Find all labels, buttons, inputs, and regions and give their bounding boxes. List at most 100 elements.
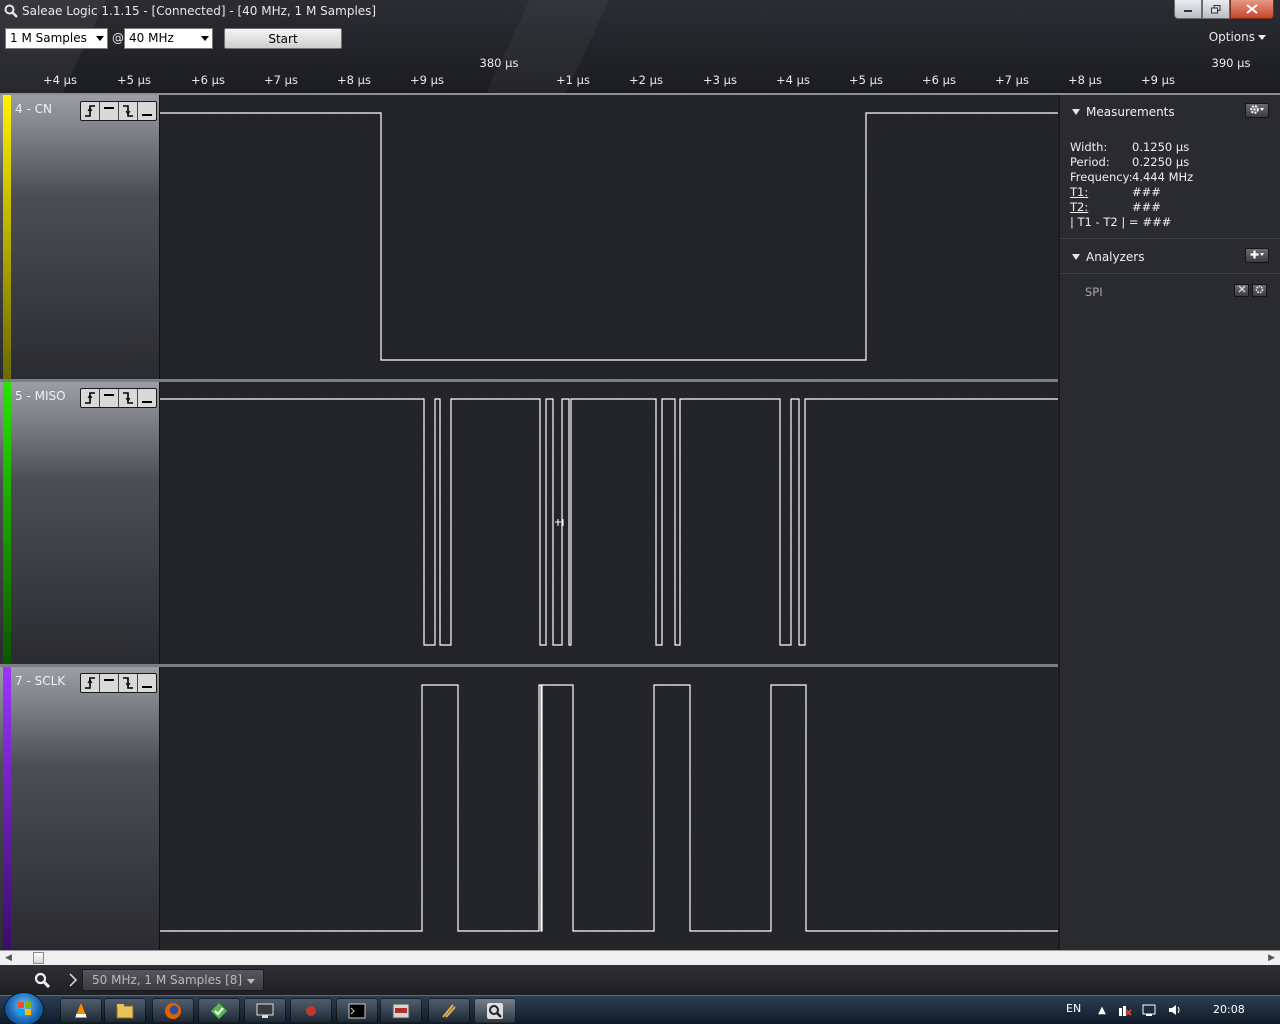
waveform-plot-miso[interactable]: [160, 382, 1058, 665]
taskbar: EN ▲ 20:08: [0, 992, 1280, 1024]
clock[interactable]: 20:08: [1213, 1003, 1245, 1016]
low-level-icon[interactable]: [138, 674, 156, 692]
high-level-icon[interactable]: [100, 389, 119, 407]
collapse-triangle-icon: [1072, 254, 1080, 260]
options-menu[interactable]: Options: [1209, 30, 1266, 44]
chevron-right-icon[interactable]: [64, 969, 82, 991]
scrollbar-thumb[interactable]: [33, 952, 44, 964]
waveform-sclk: [160, 684, 1058, 932]
analyzers-header[interactable]: Analyzers: [1072, 250, 1144, 264]
measurement-t1-t2: | T1 - T2 | = ###: [1070, 215, 1172, 229]
firefox-icon[interactable]: [152, 998, 194, 1023]
waveform-cn: [160, 112, 1058, 361]
minimize-button[interactable]: [1174, 0, 1202, 19]
explorer-icon[interactable]: [104, 998, 146, 1023]
high-level-icon[interactable]: [100, 102, 119, 120]
channel-name: 5 - MISO: [15, 389, 66, 403]
close-button[interactable]: [1230, 0, 1274, 19]
rising-edge-icon[interactable]: [81, 389, 100, 407]
dropdown-arrow-icon: [1258, 35, 1266, 40]
measurements-title: Measurements: [1086, 105, 1175, 119]
samples-select[interactable]: 1 M Samples: [5, 28, 108, 49]
channel-name: 4 - CN: [15, 102, 52, 116]
language-indicator[interactable]: EN: [1066, 1002, 1081, 1015]
ruler-tick-label: +7 µs: [995, 73, 1029, 87]
plus-icon: [1249, 249, 1265, 263]
measurement-frequency: Frequency: 4.444 MHz: [1070, 170, 1194, 184]
ruler-tick-label: +9 µs: [410, 73, 444, 87]
trigger-buttons: [80, 673, 157, 693]
rising-edge-icon[interactable]: [81, 102, 100, 120]
channel-label-miso[interactable]: 5 - MISO: [0, 382, 160, 665]
ruler-major-label: 390 µs: [1211, 56, 1251, 70]
collapse-triangle-icon: [1072, 109, 1080, 115]
channel-label-cn[interactable]: 4 - CN: [0, 95, 160, 380]
remote-desktop-icon[interactable]: [244, 998, 286, 1023]
app-icon[interactable]: [290, 998, 332, 1023]
action-center-icon[interactable]: [1142, 1003, 1156, 1017]
measurement-t2[interactable]: T2: ###: [1070, 200, 1161, 214]
scroll-left-icon[interactable]: ◀: [5, 953, 12, 963]
add-analyzer-button[interactable]: [1245, 248, 1269, 263]
app-icon[interactable]: [428, 998, 470, 1023]
gear-icon: [1255, 285, 1264, 297]
ruler-tick-label: +8 µs: [337, 73, 371, 87]
scroll-right-icon[interactable]: ▶: [1268, 953, 1275, 963]
channel-color-bar: [3, 667, 11, 950]
trigger-buttons: [80, 101, 157, 121]
window-controls: [1174, 0, 1274, 19]
analyzers-title: Analyzers: [1086, 250, 1145, 264]
at-label: @: [112, 31, 124, 45]
session-tab[interactable]: 50 MHz, 1 M Samples [8]: [82, 969, 264, 991]
high-level-icon[interactable]: [100, 674, 119, 692]
ols-icon[interactable]: [380, 998, 422, 1023]
channel-color-bar: [3, 382, 11, 665]
app-icon[interactable]: [198, 998, 240, 1023]
waveform-plot-cn[interactable]: [160, 95, 1058, 380]
channel-color-bar: [3, 95, 11, 380]
ruler-tick-label: +7 µs: [264, 73, 298, 87]
low-level-icon[interactable]: [138, 102, 156, 120]
ruler-tick-label: +4 µs: [776, 73, 810, 87]
windows-start-button[interactable]: [4, 992, 44, 1024]
sample-rate-select[interactable]: 40 MHz: [124, 28, 213, 49]
network-error-icon[interactable]: [1118, 1003, 1132, 1017]
waveform-plot-sclk[interactable]: [160, 667, 1058, 950]
saleae-icon[interactable]: [474, 998, 516, 1023]
measurement-t1[interactable]: T1: ###: [1070, 185, 1161, 199]
channel-name: 7 - SCLK: [15, 674, 66, 688]
vlc-icon[interactable]: [60, 998, 102, 1023]
ruler-tick-label: +6 µs: [922, 73, 956, 87]
measurements-settings-button[interactable]: [1245, 103, 1269, 118]
falling-edge-icon[interactable]: [119, 674, 138, 692]
analyzer-settings-button[interactable]: [1252, 284, 1267, 297]
start-button[interactable]: Start: [224, 28, 342, 49]
volume-icon[interactable]: [1167, 1003, 1181, 1017]
horizontal-scrollbar[interactable]: ◀ ▶: [0, 950, 1280, 965]
ruler-tick-label: +6 µs: [191, 73, 225, 87]
panel-divider: [1060, 238, 1280, 239]
side-panel: Measurements Width: 0.1250 µs Period: 0.…: [1058, 95, 1280, 950]
session-tab-label: 50 MHz, 1 M Samples [8]: [92, 973, 243, 987]
cmd-icon[interactable]: [336, 998, 378, 1023]
restore-button[interactable]: [1202, 0, 1230, 19]
search-icon[interactable]: [30, 969, 54, 991]
low-level-icon[interactable]: [138, 389, 156, 407]
falling-edge-icon[interactable]: [119, 389, 138, 407]
show-hidden-icons[interactable]: ▲: [1095, 1003, 1109, 1017]
measurement-period: Period: 0.2250 µs: [1070, 155, 1190, 169]
dropdown-arrow-icon: [201, 36, 209, 41]
ruler-tick-label: +1 µs: [556, 73, 590, 87]
measurements-header[interactable]: Measurements: [1072, 105, 1175, 119]
analyzer-item-spi[interactable]: SPI: [1085, 285, 1103, 299]
ruler-tick-label: +3 µs: [703, 73, 737, 87]
ruler-tick-label: +2 µs: [629, 73, 663, 87]
rising-edge-icon[interactable]: [81, 674, 100, 692]
ruler-tick-label: +8 µs: [1068, 73, 1102, 87]
ruler-tick-label: +5 µs: [849, 73, 883, 87]
time-ruler[interactable]: 380 µs 390 µs +4 µs +5 µs +6 µs +7 µs +8…: [0, 52, 1280, 97]
ruler-tick-label: +9 µs: [1141, 73, 1175, 87]
channel-label-sclk[interactable]: 7 - SCLK: [0, 667, 160, 950]
remove-analyzer-button[interactable]: [1234, 284, 1249, 297]
falling-edge-icon[interactable]: [119, 102, 138, 120]
